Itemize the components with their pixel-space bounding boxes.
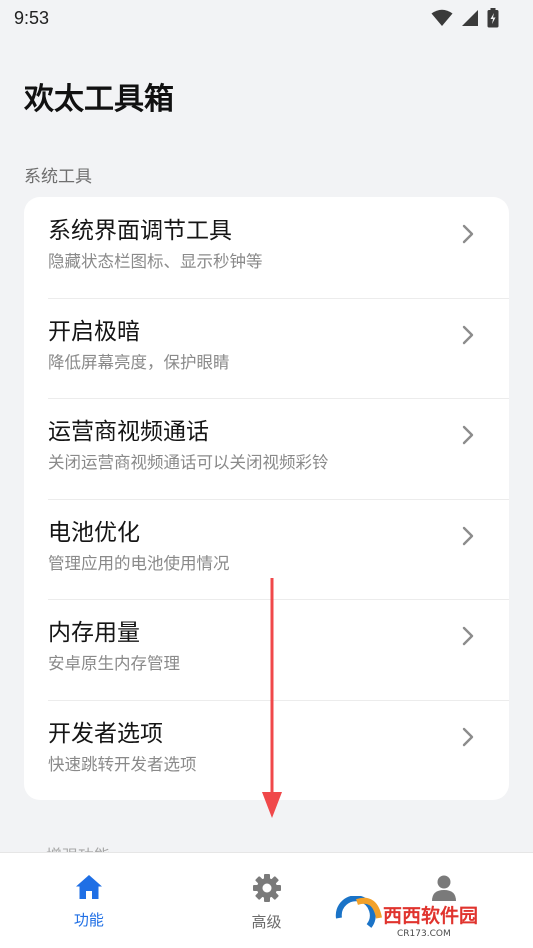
nav-label: 高级	[251, 913, 282, 931]
item-title: 运营商视频通话	[48, 419, 209, 445]
status-time: 9:53	[14, 7, 50, 28]
item-title: 电池优化	[48, 519, 140, 546]
chevron-right-icon	[462, 224, 474, 244]
watermark-text: 西西软件园	[383, 904, 478, 927]
chevron-right-icon	[462, 425, 474, 445]
item-subtitle: 隐藏状态栏图标、显示秒钟等	[48, 252, 263, 271]
home-icon	[75, 875, 102, 899]
item-title: 开启极暗	[48, 318, 140, 345]
status-bar: 9:53	[0, 0, 533, 36]
battery-icon	[487, 8, 499, 28]
status-icons	[431, 8, 499, 28]
red-arrow-annotation	[262, 578, 282, 818]
cellular-signal-icon	[461, 9, 479, 27]
item-subtitle: 快速跳转开发者选项	[48, 754, 197, 774]
gear-icon	[252, 874, 281, 902]
tab-advanced[interactable]: 高级	[178, 853, 356, 948]
menu-item-carrier-video-call[interactable]: 运营商视频通话 关闭运营商视频通话可以关闭视频彩铃	[24, 398, 509, 499]
watermark-logo: 西西软件园 CR173.COM	[335, 896, 478, 939]
chevron-right-icon	[462, 727, 474, 746]
screen: 9:53 欢太工具箱 系统工具 系统界面调节工具 隐藏状态栏图标、显示秒钟等 开…	[0, 0, 533, 948]
app-title: 欢太工具箱	[24, 82, 174, 117]
item-subtitle: 管理应用的电池使用情况	[48, 553, 230, 573]
item-title: 系统界面调节工具	[48, 218, 232, 244]
chevron-right-icon	[462, 526, 474, 545]
item-subtitle: 降低屏幕亮度，保护眼睛	[48, 352, 230, 372]
menu-item-extra-dim[interactable]: 开启极暗 降低屏幕亮度，保护眼睛	[24, 297, 509, 399]
menu-item-system-ui-tuner[interactable]: 系统界面调节工具 隐藏状态栏图标、显示秒钟等	[24, 197, 509, 298]
item-title: 内存用量	[48, 620, 140, 646]
item-title: 开发者选项	[48, 720, 163, 747]
item-subtitle: 关闭运营商视频通话可以关闭视频彩铃	[48, 453, 329, 472]
chevron-right-icon	[462, 626, 474, 646]
tab-features[interactable]: 功能	[0, 853, 178, 948]
wifi-icon	[431, 9, 453, 27]
nav-label: 功能	[73, 911, 104, 929]
watermark-domain: CR173.COM	[397, 929, 451, 939]
section-title: 系统工具	[24, 167, 92, 187]
item-subtitle: 安卓原生内存管理	[48, 654, 180, 673]
chevron-right-icon	[462, 325, 474, 344]
